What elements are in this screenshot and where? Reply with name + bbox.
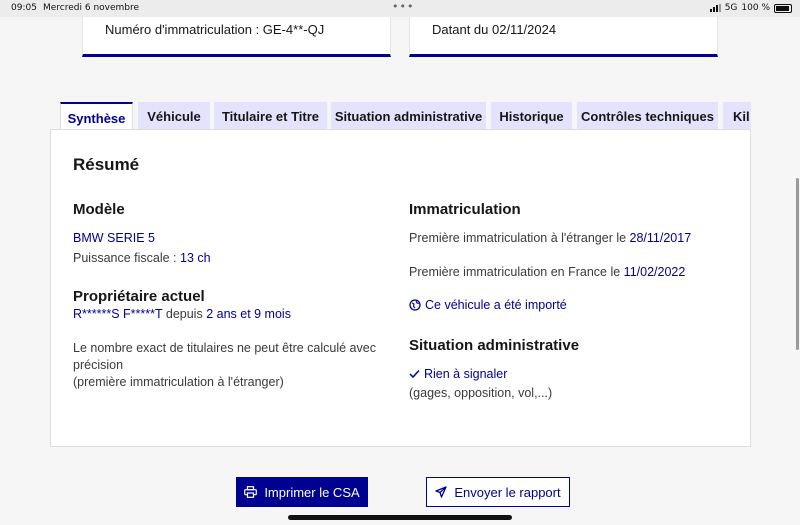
send-report-button[interactable]: Envoyer le rapport bbox=[426, 477, 570, 507]
owner-heading: Propriétaire actuel bbox=[73, 288, 205, 305]
tab-synthese[interactable]: Synthèse bbox=[60, 102, 133, 130]
status-bar: 09:05 Mercredi 6 novembre ••• 5G 100 % bbox=[0, 0, 800, 17]
tab-kilometrage[interactable]: Kil bbox=[723, 102, 751, 130]
modele-heading: Modèle bbox=[73, 201, 125, 218]
tab-bar: Synthèse Véhicule Titulaire et Titre Sit… bbox=[60, 102, 751, 130]
battery-label: 100 % bbox=[741, 3, 770, 13]
imported-vehicle-label: Ce véhicule a été importé bbox=[425, 298, 567, 312]
first-france-registration: Première immatriculation en France le 11… bbox=[409, 264, 685, 281]
model-name: BMW SERIE 5 bbox=[73, 231, 155, 245]
tab-controles-techniques[interactable]: Contrôles techniques bbox=[577, 102, 718, 130]
immatriculation-heading: Immatriculation bbox=[409, 201, 521, 218]
foreign-registration-date: 28/11/2017 bbox=[629, 231, 692, 245]
foreign-registration-label: Première immatriculation à l'étranger le bbox=[409, 231, 630, 245]
summary-panel: Résumé Modèle BMW SERIE 5 Puissance fisc… bbox=[50, 129, 751, 447]
registration-card: Numéro d'immatriculation : GE-4**-QJ bbox=[82, 17, 391, 57]
owner-name: R******S F*****T bbox=[73, 307, 163, 321]
signal-icon bbox=[709, 4, 721, 12]
owner-note-line-2: précision bbox=[73, 358, 124, 372]
situation-status-label: Rien à signaler bbox=[424, 367, 508, 381]
fiscal-power-label: Puissance fiscale : bbox=[73, 251, 180, 265]
france-registration-date: 11/02/2022 bbox=[623, 265, 686, 279]
print-csa-button[interactable]: Imprimer le CSA bbox=[236, 477, 368, 507]
printer-icon bbox=[244, 486, 258, 498]
situation-details: (gages, opposition, vol,...) bbox=[409, 386, 553, 400]
imported-vehicle-link[interactable]: Ce véhicule a été importé bbox=[409, 298, 567, 312]
tab-historique[interactable]: Historique bbox=[491, 102, 572, 130]
fiscal-power: Puissance fiscale : 13 ch bbox=[73, 250, 211, 267]
network-label: 5G bbox=[724, 3, 738, 13]
owner-note-line-1: Le nombre exact de titulaires ne peut êt… bbox=[73, 341, 376, 355]
print-csa-label: Imprimer le CSA bbox=[264, 484, 360, 500]
situation-status: Rien à signaler bbox=[409, 367, 507, 381]
tab-situation-administrative[interactable]: Situation administrative bbox=[331, 102, 486, 130]
situation-heading: Situation administrative bbox=[409, 337, 580, 354]
send-icon bbox=[435, 486, 448, 498]
scrollbar-thumb[interactable] bbox=[796, 178, 799, 350]
owner-duration: 2 ans et 9 mois bbox=[206, 307, 291, 321]
globe-icon bbox=[409, 299, 421, 311]
owner-since-label: depuis bbox=[162, 307, 207, 321]
france-registration-label: Première immatriculation en France le bbox=[409, 265, 624, 279]
multitask-dots-icon[interactable]: ••• bbox=[392, 0, 414, 13]
tab-vehicule[interactable]: Véhicule bbox=[138, 102, 210, 130]
owner-count-note: Le nombre exact de titulaires ne peut êt… bbox=[73, 340, 376, 391]
registration-number: Numéro d'immatriculation : GE-4**-QJ bbox=[105, 22, 325, 37]
resume-title: Résumé bbox=[73, 155, 140, 174]
send-report-label: Envoyer le rapport bbox=[454, 484, 561, 500]
owner-info: R******S F*****T depuis 2 ans et 9 mois bbox=[73, 306, 291, 323]
check-icon bbox=[409, 369, 420, 379]
home-indicator[interactable] bbox=[288, 515, 512, 520]
first-foreign-registration: Première immatriculation à l'étranger le… bbox=[409, 230, 691, 247]
battery-icon bbox=[774, 3, 792, 13]
date-card: Datant du 02/11/2024 bbox=[409, 17, 718, 57]
status-date: Mercredi 6 novembre bbox=[43, 3, 140, 13]
owner-note-line-3: (première immatriculation à l'étranger) bbox=[73, 375, 284, 389]
tab-titulaire-et-titre[interactable]: Titulaire et Titre bbox=[214, 102, 327, 130]
status-time: 09:05 bbox=[11, 3, 37, 13]
report-date: Datant du 02/11/2024 bbox=[432, 22, 557, 37]
fiscal-power-value: 13 ch bbox=[180, 251, 211, 265]
status-indicators: 5G 100 % bbox=[709, 3, 792, 13]
